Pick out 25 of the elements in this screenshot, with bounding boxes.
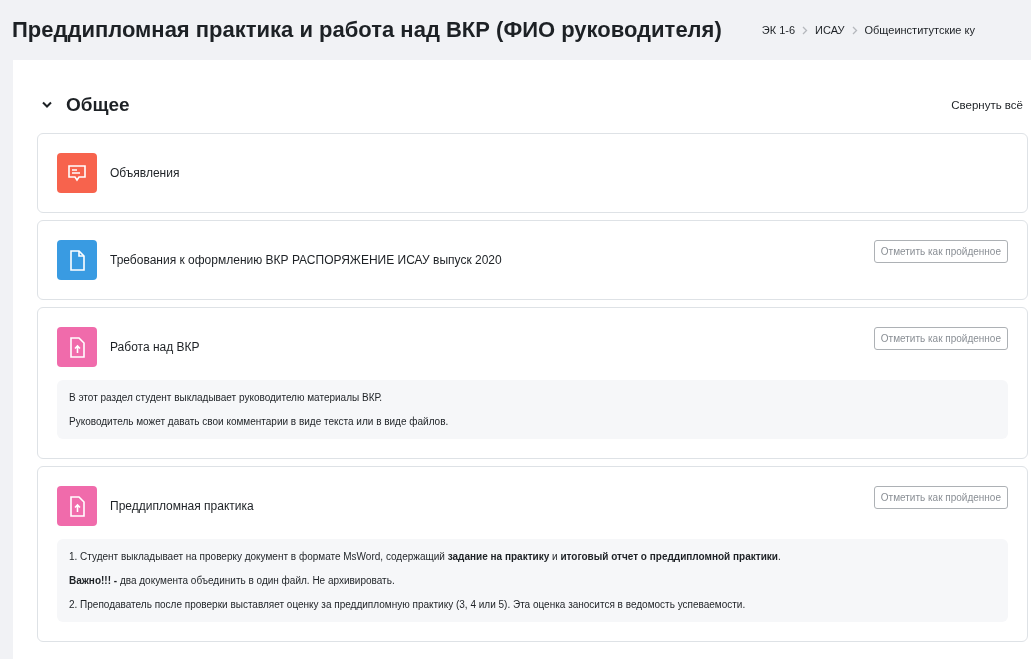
breadcrumb-link[interactable]: ЭК 1-6 — [761, 24, 796, 36]
description-text: 2. Преподаватель после проверки выставляет оценку за преддипломную практику (3, 4 или 5). Эта оценка заносится в ведомость успеваемости. — [69, 599, 747, 610]
description-text: 1. Студент выкладывает на проверку документ в формате MsWord, содержащий задание на практику и итоговый отчет о преддипломной практики. — [69, 551, 782, 562]
activity-link[interactable]: Объявления — [110, 166, 1008, 180]
breadcrumb-link[interactable]: ИСАУ — [815, 24, 845, 36]
mark-done-button[interactable]: Отметить как пройденное — [873, 240, 1008, 263]
breadcrumb-link[interactable]: Общеинститутские ку — [864, 24, 975, 36]
description-text: В этот раздел студент выкладывает руководителю материалы ВКР. — [69, 392, 384, 403]
activity-link[interactable]: Требования к оформлению ВКР РАСПОРЯЖЕНИЕ ИСАУ выпуск 2020 — [110, 253, 874, 267]
chevron-icon — [41, 101, 53, 109]
description-text: Важно!!! - два документа объединить в один файл. Не архивировать. — [69, 575, 396, 586]
description-text: Руководитель может давать свои комментарии в виде текста или в виде файлов. — [69, 416, 450, 427]
mark-done-button[interactable]: Отметить как пройденное — [873, 486, 1008, 509]
document-icon — [57, 240, 97, 280]
upload-document-icon — [57, 327, 97, 367]
chevron-icon — [802, 25, 809, 35]
speech-bubble-icon — [57, 153, 97, 193]
mark-done-button[interactable]: Отметить как пройденное — [873, 327, 1008, 350]
upload-document-icon — [57, 486, 97, 526]
activity-link[interactable]: Работа над ВКР — [110, 340, 874, 354]
section-toggle[interactable]: Общее — [37, 92, 134, 118]
chevron-icon — [851, 25, 858, 35]
collapse-all-link[interactable]: Свернуть всё — [951, 99, 1023, 111]
activity-link[interactable]: Преддипломная практика — [110, 499, 874, 513]
page-title: Преддипломная практика и работа над ВКР (ФИО руководителя) — [12, 17, 722, 43]
